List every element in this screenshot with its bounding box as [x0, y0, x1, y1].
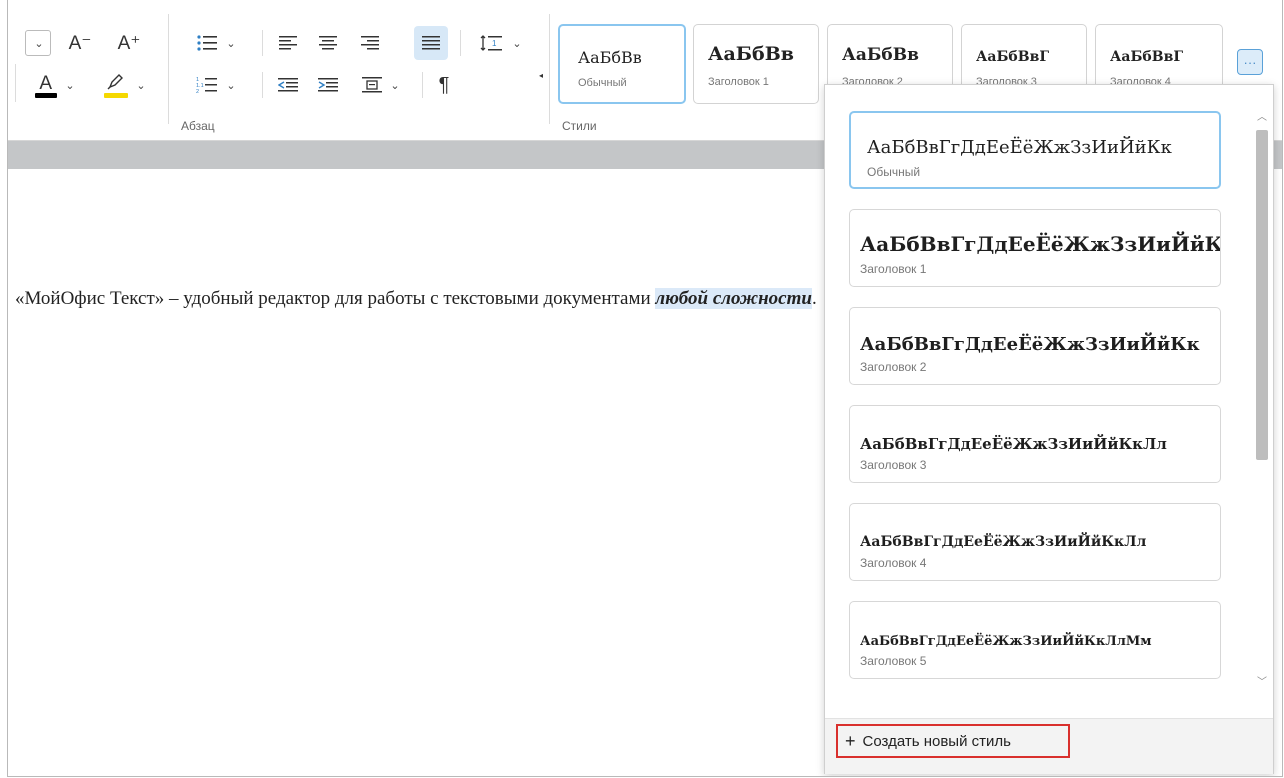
numbered-list-button[interactable]: 1 1.1 2 ⌄: [188, 70, 244, 100]
style-sample-text: АаБбВвГгДдЕеЁёЖжЗзИиЙйКкЛлМм: [860, 634, 1152, 649]
pilcrow-icon: ¶: [438, 73, 450, 96]
paragraph-section-label: Абзац: [181, 119, 215, 133]
highlight-color-button[interactable]: ⌄: [96, 68, 154, 102]
chevron-down-icon: ⌄: [390, 79, 400, 92]
scroll-down-arrow[interactable]: ﹀: [1257, 673, 1267, 688]
numbered-list-icon: 1 1.1 2: [196, 77, 218, 94]
dropdown-style-normal[interactable]: АаБбВвГгДдЕеЁёЖжЗзИиЙйКк Обычный: [849, 111, 1221, 189]
bullet-list-button[interactable]: ⌄: [188, 28, 244, 58]
selected-text: любой сложности: [655, 288, 812, 309]
scroll-up-arrow[interactable]: ︿: [1257, 108, 1267, 123]
create-new-style-button[interactable]: + Создать новый стиль: [836, 724, 1070, 758]
style-name: Заголовок 2: [860, 360, 927, 374]
dropdown-style-heading-5[interactable]: АаБбВвГгДдЕеЁёЖжЗзИиЙйКкЛлМм Заголовок 5: [849, 601, 1221, 679]
document-paragraph[interactable]: «МойОфис Текст» – удобный редактор для р…: [15, 284, 820, 313]
decrease-indent-icon: [278, 78, 298, 92]
more-dots-icon: ···: [1243, 54, 1257, 70]
scrollbar-thumb[interactable]: [1256, 130, 1268, 460]
dropdown-style-heading-2[interactable]: АаБбВвГгДдЕеЁёЖжЗзИиЙйКк Заголовок 2: [849, 307, 1221, 385]
style-name: Заголовок 5: [860, 654, 927, 668]
decrease-indent-button[interactable]: [272, 70, 304, 100]
create-new-style-label: Создать новый стиль: [862, 732, 1011, 750]
align-justify-button[interactable]: [414, 26, 448, 60]
dropdown-style-heading-4[interactable]: АаБбВвГгДдЕеЁёЖжЗзИиЙйКкЛл Заголовок 4: [849, 503, 1221, 581]
style-sample-text: АаБбВв: [842, 45, 919, 65]
style-sample-text: АаБбВв: [708, 43, 794, 65]
style-name: Заголовок 1: [860, 262, 927, 276]
style-sample-text: АаБбВвГ: [976, 49, 1050, 65]
align-center-button[interactable]: [312, 28, 344, 58]
editor-window: ⌄ A⁻ A⁺ A ⌄ ⌄ ⌄ 1 ⌄ 1 1.1 2 ⌄ ⌄ ¶ Абзац …: [7, 0, 1283, 777]
chevron-down-icon: ⌄: [34, 37, 44, 50]
increase-indent-button[interactable]: [312, 70, 344, 100]
decrease-font-size-button[interactable]: A⁻: [63, 28, 97, 58]
highlighter-icon: [104, 71, 129, 99]
chevron-down-icon: ⌄: [512, 37, 522, 50]
style-sample-text: АаБбВвГгДдЕеЁёЖжЗзИиЙйКк: [860, 334, 1200, 355]
toolbar-divider: [262, 30, 263, 56]
style-sample-text: АаБбВвГгДдЕеЁёЖжЗзИиЙйКкЛл: [860, 534, 1147, 550]
align-justify-icon: [422, 36, 440, 50]
font-color-button[interactable]: A ⌄: [26, 68, 84, 102]
line-spacing-button[interactable]: 1 ⌄: [470, 28, 532, 58]
style-sample-text: АаБбВв: [578, 48, 642, 67]
svg-text:1: 1: [492, 39, 497, 48]
dropdown-scrollbar[interactable]: ︿ ﹀: [1252, 105, 1274, 695]
dropdown-style-heading-1[interactable]: АаБбВвГгДдЕеЁёЖжЗзИиЙйКк Заголовок 1: [849, 209, 1221, 287]
increase-indent-icon: [318, 78, 338, 92]
styles-section-label: Стили: [562, 119, 597, 133]
align-right-button[interactable]: [354, 28, 386, 58]
style-card-heading-1[interactable]: АаБбВв Заголовок 1: [693, 24, 819, 104]
align-left-button[interactable]: [272, 28, 304, 58]
font-color-icon: A: [35, 71, 58, 99]
style-sample-text: АаБбВвГ: [1110, 49, 1184, 65]
svg-text:2: 2: [196, 89, 199, 94]
toolbar-divider: [422, 72, 423, 98]
style-name: Заголовок 3: [860, 458, 927, 472]
align-center-icon: [319, 36, 337, 50]
chevron-down-icon: ⌄: [65, 79, 75, 92]
styles-dropdown-panel: АаБбВвГгДдЕеЁёЖжЗзИиЙйКк Обычный АаБбВвГ…: [824, 84, 1274, 774]
decrease-font-label: A⁻: [68, 32, 92, 54]
style-sample-text: АаБбВвГгДдЕеЁёЖжЗзИиЙйКкЛл: [860, 435, 1167, 453]
plus-icon: +: [845, 730, 856, 751]
bullet-list-icon: [197, 35, 218, 51]
toolbar-divider: [460, 30, 461, 56]
style-name: Заголовок 1: [708, 76, 769, 88]
show-formatting-marks-button[interactable]: ¶: [428, 70, 460, 100]
style-card-normal[interactable]: АаБбВв Обычный: [558, 24, 686, 104]
style-name: Обычный: [578, 77, 627, 89]
more-styles-button[interactable]: ···: [1237, 49, 1263, 75]
style-name: Заголовок 4: [860, 556, 927, 570]
dropdown-style-heading-3[interactable]: АаБбВвГгДдЕеЁёЖжЗзИиЙйКкЛл Заголовок 3: [849, 405, 1221, 483]
paragraph-spacing-button[interactable]: ⌄: [352, 70, 410, 100]
style-sample-text: АаБбВвГгДдЕеЁёЖжЗзИиЙйКк: [867, 137, 1172, 158]
toolbar-divider: [168, 14, 169, 124]
font-size-dropdown-chevron[interactable]: ⌄: [25, 30, 51, 56]
paragraph-spacing-icon: [362, 77, 383, 93]
align-left-icon: [279, 36, 297, 50]
document-text-end: .: [811, 288, 817, 309]
toolbar-divider: [15, 64, 16, 102]
chevron-down-icon: ⌄: [136, 79, 146, 92]
style-name: Обычный: [867, 165, 921, 179]
chevron-down-icon: ⌄: [226, 79, 236, 92]
styles-scroll-left-arrow[interactable]: ◂: [536, 68, 546, 82]
increase-font-size-button[interactable]: A⁺: [112, 28, 146, 58]
toolbar-divider: [549, 14, 550, 124]
document-text: «МойОфис Текст» – удобный редактор для р…: [15, 288, 656, 309]
line-spacing-icon: 1: [480, 35, 503, 51]
style-sample-text: АаБбВвГгДдЕеЁёЖжЗзИиЙйКк: [860, 232, 1221, 256]
increase-font-label: A⁺: [117, 32, 141, 54]
chevron-down-icon: ⌄: [226, 37, 236, 50]
align-right-icon: [361, 36, 379, 50]
toolbar-divider: [262, 72, 263, 98]
